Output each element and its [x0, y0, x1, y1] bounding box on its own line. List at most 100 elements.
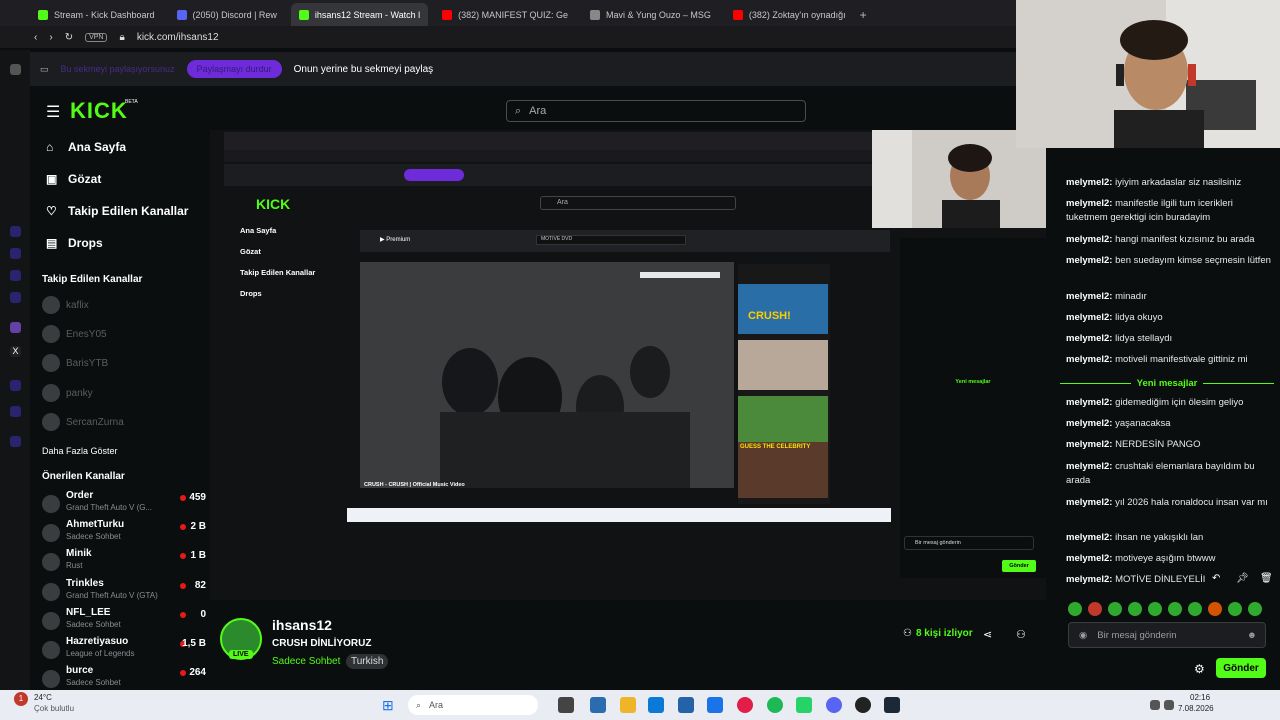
chat-username[interactable]: melymel2: [1066, 312, 1112, 323]
search-input[interactable]: ⌕ Ara [506, 100, 806, 122]
x-icon[interactable]: X [10, 346, 21, 357]
network-icon[interactable] [1164, 700, 1174, 710]
clock-time[interactable]: 02:16 [1190, 693, 1210, 702]
os-search[interactable]: ⌕ Ara [408, 695, 538, 715]
stream-category[interactable]: Sadece Sohbet [272, 656, 340, 667]
steam-icon[interactable] [884, 697, 900, 713]
browser-tab[interactable]: (382) MANIFEST QUIZ: Ge [434, 3, 576, 27]
emote-icon[interactable] [1188, 602, 1202, 616]
emote-icon[interactable] [1228, 602, 1242, 616]
opera-icon[interactable] [737, 697, 753, 713]
chat-username[interactable]: melymel2: [1066, 255, 1112, 266]
recommended-channel[interactable]: Hazretiyasuo League of Legends 1,5 B [42, 636, 206, 664]
reply-icon[interactable]: ↶ [1212, 573, 1220, 584]
emote-icon[interactable] [1248, 602, 1262, 616]
pin-icon[interactable]: 📌︎ [1236, 573, 1249, 584]
chat-username[interactable]: melymel2: [1066, 418, 1112, 429]
back-icon[interactable]: ‹ [34, 32, 37, 43]
followed-channel[interactable]: kaflix [42, 296, 206, 314]
recommended-channel[interactable]: Trinkles Grand Theft Auto V (GTA) 82 [42, 578, 206, 606]
nav-drops[interactable]: ▤ Drops [46, 236, 103, 250]
emote-icon[interactable] [1208, 602, 1222, 616]
chat-username[interactable]: melymel2: [1066, 198, 1112, 209]
followed-channel[interactable]: BarisYTB [42, 354, 206, 372]
chat-username[interactable]: melymel2: [1066, 439, 1112, 450]
chat-username[interactable]: melymel2: [1066, 354, 1112, 365]
weather-temp[interactable]: 24°C [34, 693, 52, 702]
recommended-channel[interactable]: Minik Rust 1 B [42, 548, 206, 576]
share-this-tab-button[interactable]: Onun yerine bu sekmeyi paylaş [294, 64, 434, 75]
follow-user-icon[interactable]: ⚇ [1016, 628, 1026, 641]
sidebar-app-icon[interactable] [10, 226, 21, 237]
sidebar-app-icon[interactable] [10, 270, 21, 281]
chat-username[interactable]: melymel2: [1066, 553, 1112, 564]
browser-tab[interactable]: Stream - Kick Dashboard [30, 3, 163, 27]
share-icon[interactable]: ⋖ [983, 628, 992, 641]
delete-icon[interactable]: 🗑︎ [1260, 573, 1273, 584]
recommended-channel[interactable]: AhmetTurku Sadece Sohbet 2 B [42, 519, 206, 547]
browser-tab[interactable]: (2050) Discord | Rew [169, 3, 285, 27]
vpn-badge[interactable]: VPN [85, 32, 108, 42]
browser-tab[interactable]: (382) Zoktay'ın oynadığı [725, 3, 854, 27]
discord-icon[interactable] [826, 697, 842, 713]
chat-username[interactable]: melymel2: [1066, 234, 1112, 245]
followed-channel[interactable]: EnesY05 [42, 325, 206, 343]
recommended-channel[interactable]: Order Grand Theft Auto V (G... 459 [42, 490, 206, 518]
streamer-name[interactable]: ihsans12 [272, 617, 332, 633]
chat-input[interactable]: ◉ Bir mesaj gönderin ☻ [1068, 622, 1266, 648]
followed-channel[interactable]: panky [42, 384, 206, 402]
chat-username[interactable]: melymel2: [1066, 574, 1112, 585]
emote-icon[interactable] [1108, 602, 1122, 616]
sidebar-app-icon[interactable] [10, 292, 21, 303]
browser-tab-active[interactable]: ihsans12 Stream - Watch l [290, 3, 429, 27]
twitch-icon[interactable] [10, 322, 21, 333]
nav-browse[interactable]: ▣ Gözat [46, 172, 101, 186]
app-icon[interactable] [590, 697, 606, 713]
obs-icon[interactable] [855, 697, 871, 713]
volume-icon[interactable] [1150, 700, 1160, 710]
screen-share-icon[interactable] [10, 64, 21, 75]
chat-username[interactable]: melymel2: [1066, 497, 1112, 508]
emote-icon[interactable] [1128, 602, 1142, 616]
file-explorer-icon[interactable] [620, 697, 636, 713]
browser-tab[interactable]: Mavi & Yung Ouzo – MSG [582, 3, 719, 27]
sidebar-app-icon[interactable] [10, 380, 21, 391]
emote-icon[interactable] [1068, 602, 1082, 616]
spotify-icon[interactable] [767, 697, 783, 713]
hamburger-menu-icon[interactable]: ☰ [46, 102, 60, 122]
forward-icon[interactable]: › [49, 32, 52, 43]
stop-sharing-button[interactable]: Paylaşmayı durdur [186, 60, 282, 78]
emote-icon[interactable] [1148, 602, 1162, 616]
whatsapp-icon[interactable] [796, 697, 812, 713]
windows-start-icon[interactable]: ⊞ [382, 697, 398, 713]
store-icon[interactable] [678, 697, 694, 713]
chat-username[interactable]: melymel2: [1066, 333, 1112, 344]
recommended-channel[interactable]: NFL_LEE Sadece Sohbet 0 [42, 607, 206, 635]
chat-username[interactable]: melymel2: [1066, 461, 1112, 472]
chat-badge-icon[interactable]: ◉ [1079, 630, 1087, 641]
edge-icon[interactable] [648, 697, 664, 713]
show-more-link[interactable]: Daha Fazla Göster [42, 446, 118, 456]
sidebar-app-icon[interactable] [10, 406, 21, 417]
kick-logo[interactable]: KICK [70, 98, 128, 124]
new-tab-icon[interactable]: + [860, 8, 867, 22]
recommended-channel[interactable]: burce Sadece Sohbet 264 [42, 665, 206, 693]
reload-icon[interactable]: ↻ [65, 32, 73, 43]
chat-username[interactable]: melymel2: [1066, 291, 1112, 302]
followed-channel[interactable]: SercanZurna [42, 413, 206, 431]
sidebar-app-icon[interactable] [10, 248, 21, 259]
sidebar-app-icon[interactable] [10, 436, 21, 447]
chat-username[interactable]: melymel2: [1066, 532, 1112, 543]
url-field[interactable]: kick.com/ihsans12 [137, 32, 219, 43]
emote-icon[interactable] [1088, 602, 1102, 616]
clock-date[interactable]: 7.08.2026 [1178, 704, 1214, 713]
emote-icon[interactable] [1168, 602, 1182, 616]
app-icon[interactable] [707, 697, 723, 713]
chat-username[interactable]: melymel2: [1066, 397, 1112, 408]
send-button[interactable]: Gönder [1216, 658, 1266, 678]
stream-tag[interactable]: Turkish [346, 654, 389, 669]
emoji-icon[interactable]: ☻ [1247, 630, 1257, 641]
chat-settings-gear-icon[interactable]: ⚙ [1194, 662, 1205, 676]
chat-username[interactable]: melymel2: [1066, 177, 1112, 188]
taskview-icon[interactable] [558, 697, 574, 713]
